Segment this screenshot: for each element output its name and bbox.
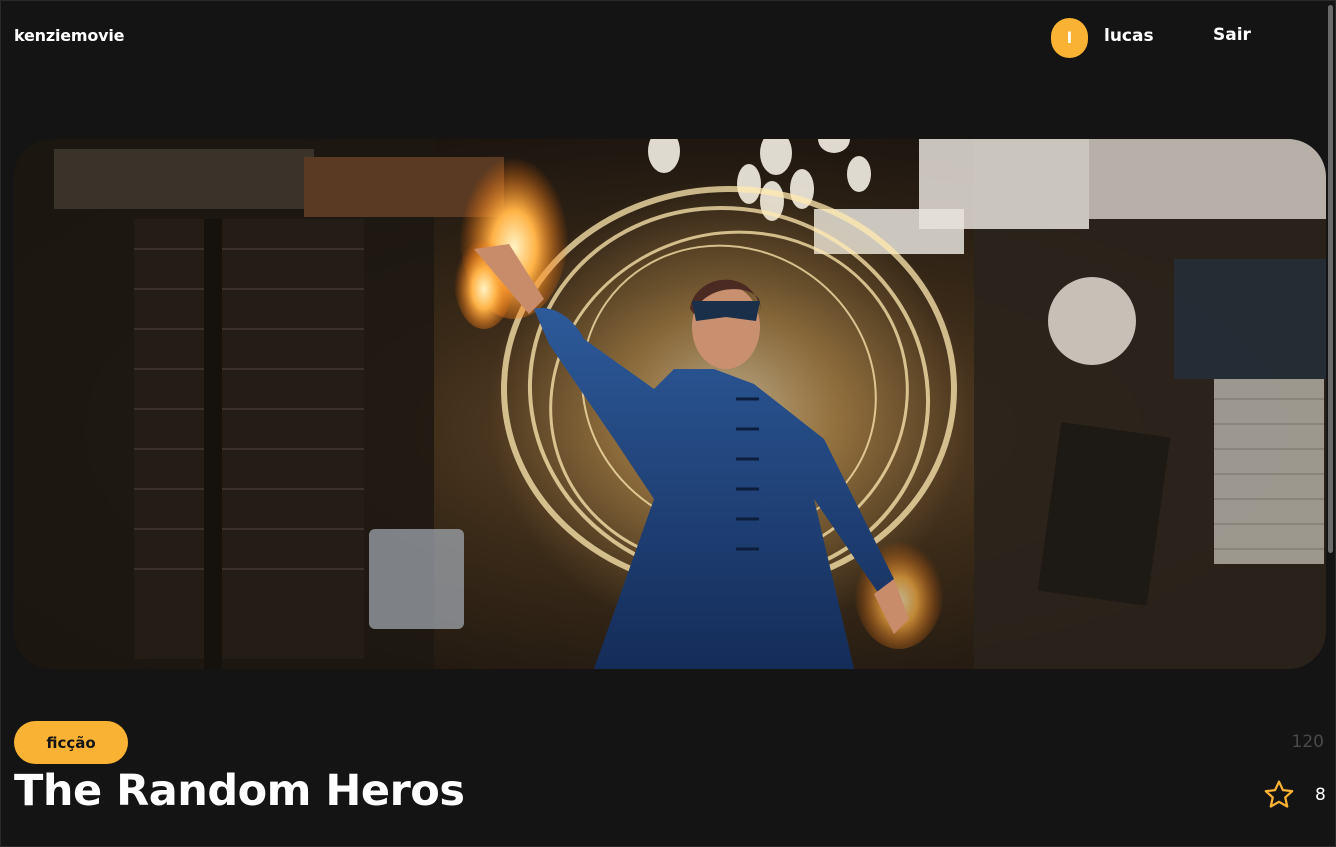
scrollbar[interactable] xyxy=(1328,5,1333,553)
movie-title: The Random Heros xyxy=(14,766,465,816)
username: lucas xyxy=(1104,26,1154,46)
genre-badge: ficção xyxy=(14,721,128,764)
user-avatar: l xyxy=(1051,18,1088,58)
page: kenziemovie l lucas Sair ficção 120 The … xyxy=(0,0,1336,847)
rating: 8 xyxy=(1261,778,1326,812)
rating-value: 8 xyxy=(1315,785,1326,805)
logo[interactable]: kenziemovie xyxy=(14,26,125,45)
top-nav: kenziemovie l lucas Sair xyxy=(1,1,1335,73)
movie-banner-image xyxy=(14,139,1326,669)
star-icon[interactable] xyxy=(1261,778,1297,812)
duration-text: 120 xyxy=(1291,732,1324,752)
logout-button[interactable]: Sair xyxy=(1205,21,1259,49)
banner-illustration xyxy=(14,139,1326,669)
